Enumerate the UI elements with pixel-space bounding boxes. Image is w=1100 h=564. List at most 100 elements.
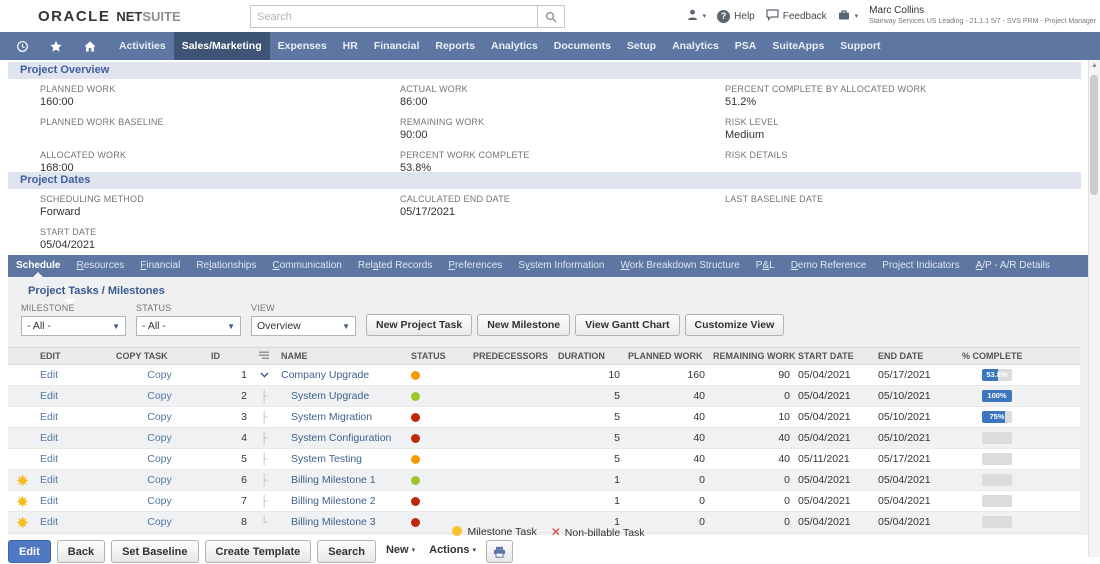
nav-item-reports[interactable]: Reports bbox=[427, 32, 483, 60]
nav-item-suiteapps[interactable]: SuiteApps bbox=[764, 32, 832, 60]
col-duration[interactable]: DURATION bbox=[554, 348, 624, 365]
copy-link[interactable]: Copy bbox=[147, 411, 172, 423]
user-info[interactable]: Marc Collins Stairway Services US Leadin… bbox=[869, 5, 1096, 27]
nav-item-support[interactable]: Support bbox=[832, 32, 888, 60]
new-project-task-button[interactable]: New Project Task bbox=[366, 314, 472, 336]
edit-link[interactable]: Edit bbox=[40, 432, 58, 444]
col-predecessors[interactable]: PREDECESSORS bbox=[469, 348, 554, 365]
view-gantt-chart-button[interactable]: View Gantt Chart bbox=[575, 314, 679, 336]
field-label: PLANNED WORK bbox=[40, 84, 400, 94]
edit-link[interactable]: Edit bbox=[40, 369, 58, 381]
nav-item-analytics[interactable]: Analytics bbox=[664, 32, 727, 60]
col-start-date[interactable]: START DATE bbox=[794, 348, 874, 365]
col-edit[interactable]: EDIT bbox=[36, 348, 112, 365]
col-milestone-icon[interactable] bbox=[8, 348, 36, 365]
tab-demo-reference[interactable]: Demo Reference bbox=[783, 255, 875, 277]
copy-link[interactable]: Copy bbox=[147, 495, 172, 507]
scroll-up-icon[interactable]: ▲ bbox=[1089, 60, 1100, 72]
end-date-cell: 05/04/2021 bbox=[874, 470, 958, 491]
tab-financial[interactable]: Financial bbox=[132, 255, 188, 277]
copy-link[interactable]: Copy bbox=[147, 369, 172, 381]
task-name-link[interactable]: System Upgrade bbox=[281, 390, 369, 402]
milestone-filter-select[interactable]: - All - ▼ bbox=[21, 316, 126, 336]
copy-link[interactable]: Copy bbox=[147, 474, 172, 486]
col-remaining-work[interactable]: REMAINING WORK bbox=[709, 348, 794, 365]
chevron-down-icon: ▼ bbox=[112, 322, 120, 331]
roles-menu[interactable]: ▾ bbox=[686, 9, 707, 24]
col-copy-task[interactable]: COPY TASK bbox=[112, 348, 207, 365]
task-name-link[interactable]: Billing Milestone 2 bbox=[281, 495, 376, 507]
edit-button[interactable]: Edit bbox=[8, 540, 51, 563]
tab-p-l[interactable]: P&L bbox=[748, 255, 783, 277]
shortcuts-star-icon[interactable] bbox=[49, 40, 63, 53]
quick-add-menu[interactable]: ▾ bbox=[838, 9, 859, 24]
tab-related-records[interactable]: Related Records bbox=[350, 255, 441, 277]
search-input[interactable] bbox=[251, 6, 537, 27]
copy-link[interactable]: Copy bbox=[147, 390, 172, 402]
view-filter-label: VIEW bbox=[251, 303, 356, 313]
home-icon[interactable] bbox=[83, 40, 97, 53]
actions-menu[interactable]: Actions▾ bbox=[425, 540, 480, 560]
task-name-link[interactable]: System Configuration bbox=[281, 432, 391, 444]
print-button[interactable] bbox=[486, 540, 513, 563]
nav-item-documents[interactable]: Documents bbox=[546, 32, 619, 60]
nav-item-psa[interactable]: PSA bbox=[727, 32, 765, 60]
tab-project-indicators[interactable]: Project Indicators bbox=[874, 255, 967, 277]
tab-a-p-a-r-details[interactable]: A/P - A/R Details bbox=[968, 255, 1058, 277]
tab-communication[interactable]: Communication bbox=[264, 255, 350, 277]
col-id[interactable]: ID bbox=[207, 348, 251, 365]
subtab-project-tasks[interactable]: Project Tasks / Milestones bbox=[28, 285, 165, 297]
col-end-date[interactable]: END DATE bbox=[874, 348, 958, 365]
view-filter-select[interactable]: Overview ▼ bbox=[251, 316, 356, 336]
tab-preferences[interactable]: Preferences bbox=[440, 255, 510, 277]
copy-link[interactable]: Copy bbox=[147, 453, 172, 465]
status-filter-select[interactable]: - All - ▼ bbox=[136, 316, 241, 336]
col-complete[interactable]: % COMPLETE bbox=[958, 348, 1080, 365]
nav-item-expenses[interactable]: Expenses bbox=[270, 32, 335, 60]
edit-link[interactable]: Edit bbox=[40, 453, 58, 465]
feedback-button[interactable]: Feedback bbox=[766, 9, 827, 24]
task-name-link[interactable]: Billing Milestone 1 bbox=[281, 474, 376, 486]
back-button[interactable]: Back bbox=[57, 540, 105, 563]
duration-cell: 5 bbox=[554, 449, 624, 470]
legend-nonbillable: ✕Non-billable Task bbox=[551, 525, 645, 539]
scrollbar-thumb[interactable] bbox=[1090, 75, 1098, 195]
nav-item-hr[interactable]: HR bbox=[335, 32, 366, 60]
table-row: EditCopy2├System Upgrade540005/04/202105… bbox=[8, 386, 1080, 407]
task-name-link[interactable]: System Testing bbox=[281, 453, 362, 465]
search-button[interactable]: Search bbox=[317, 540, 376, 563]
edit-link[interactable]: Edit bbox=[40, 411, 58, 423]
tab-resources[interactable]: Resources bbox=[68, 255, 132, 277]
new-milestone-button[interactable]: New Milestone bbox=[477, 314, 570, 336]
customize-view-button[interactable]: Customize View bbox=[685, 314, 785, 336]
nav-item-sales-marketing[interactable]: Sales/Marketing bbox=[174, 32, 270, 60]
status-dot-green bbox=[411, 392, 420, 401]
nav-item-financial[interactable]: Financial bbox=[366, 32, 428, 60]
copy-link[interactable]: Copy bbox=[147, 432, 172, 444]
search-icon[interactable] bbox=[537, 6, 564, 27]
col-name[interactable]: NAME bbox=[277, 348, 407, 365]
edit-link[interactable]: Edit bbox=[40, 495, 58, 507]
tab-system-information[interactable]: System Information bbox=[510, 255, 612, 277]
collapse-chevron-icon[interactable] bbox=[251, 365, 277, 386]
new-menu[interactable]: New▾ bbox=[382, 540, 419, 560]
help-button[interactable]: ? Help bbox=[717, 10, 755, 23]
tab-work-breakdown-structure[interactable]: Work Breakdown Structure bbox=[612, 255, 747, 277]
end-date-cell: 05/17/2021 bbox=[874, 365, 958, 386]
vertical-scrollbar[interactable]: ▲ bbox=[1088, 60, 1100, 557]
create-template-button[interactable]: Create Template bbox=[205, 540, 312, 563]
tab-relationships[interactable]: Relationships bbox=[188, 255, 264, 277]
nav-item-analytics[interactable]: Analytics bbox=[483, 32, 546, 60]
edit-link[interactable]: Edit bbox=[40, 474, 58, 486]
nav-item-setup[interactable]: Setup bbox=[619, 32, 664, 60]
recent-records-icon[interactable] bbox=[16, 40, 29, 53]
edit-link[interactable]: Edit bbox=[40, 390, 58, 402]
nav-item-activities[interactable]: Activities bbox=[111, 32, 174, 60]
task-name-link[interactable]: Company Upgrade bbox=[281, 369, 369, 381]
col-planned-work[interactable]: PLANNED WORK bbox=[624, 348, 709, 365]
task-name-link[interactable]: System Migration bbox=[281, 411, 372, 423]
tab-schedule[interactable]: Schedule bbox=[8, 255, 68, 277]
col-status[interactable]: STATUS bbox=[407, 348, 469, 365]
col-hierarchy[interactable] bbox=[251, 348, 277, 365]
set-baseline-button[interactable]: Set Baseline bbox=[111, 540, 198, 563]
